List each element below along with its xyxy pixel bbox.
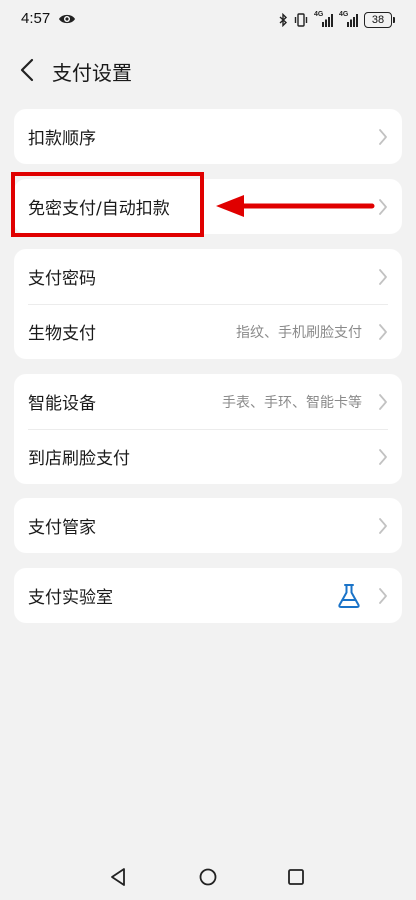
eye-icon [59,14,75,24]
nav-recent-apps-icon[interactable] [287,868,305,886]
flask-icon [338,584,360,608]
back-arrow-icon[interactable] [16,56,40,84]
row-label: 智能设备 [28,394,96,414]
card-payment-lab: 支付实验室 [14,568,402,623]
row-label: 扣款顺序 [28,129,96,149]
signal-bars-icon [347,14,358,27]
row-value: 指纹、手机刷脸支付 [236,325,362,341]
row-label: 支付密码 [28,269,96,289]
chevron-right-icon [379,449,387,465]
status-icons: 4G 4G 38 [278,10,395,30]
row-deduction-order[interactable]: 扣款顺序 [14,109,402,164]
navigation-bar [0,860,416,900]
row-payment-manager[interactable]: 支付管家 [14,498,402,553]
row-payment-lab[interactable]: 支付实验室 [14,568,402,623]
annotation-highlight-box [11,172,204,237]
chevron-right-icon [379,324,387,340]
header: 支付设置 [0,48,416,92]
chevron-right-icon [379,394,387,410]
annotation-arrow-icon [216,195,375,217]
page-title: 支付设置 [52,61,132,85]
vibrate-icon [294,13,308,27]
card-security: 支付密码 生物支付 指纹、手机刷脸支付 [14,249,402,359]
cell-signal-1: 4G [314,11,334,27]
cell-signal-2: 4G [339,11,359,27]
status-time: 4:57 [21,10,51,27]
status-bar: 4:57 4G 4G 38 [0,0,416,40]
card-payment-manager: 支付管家 [14,498,402,553]
card-deduction-order: 扣款顺序 [14,109,402,164]
signal-bars-icon [322,14,333,27]
battery-indicator: 38 [364,12,395,28]
chevron-right-icon [379,129,387,145]
row-value: 手表、手环、智能卡等 [222,395,362,411]
bluetooth-icon [279,13,288,27]
row-label: 生物支付 [28,324,96,344]
chevron-right-icon [379,269,387,285]
row-biometric-payment[interactable]: 生物支付 指纹、手机刷脸支付 [14,304,402,359]
chevron-right-icon [379,199,387,215]
row-in-store-face-payment[interactable]: 到店刷脸支付 [14,429,402,484]
nav-home-icon[interactable] [198,867,218,887]
row-label: 到店刷脸支付 [28,449,130,469]
row-label: 支付实验室 [28,588,113,608]
chevron-right-icon [379,588,387,604]
chevron-right-icon [379,518,387,534]
row-smart-devices[interactable]: 智能设备 手表、手环、智能卡等 [14,374,402,429]
card-devices: 智能设备 手表、手环、智能卡等 到店刷脸支付 [14,374,402,484]
row-payment-password[interactable]: 支付密码 [14,249,402,304]
nav-back-icon[interactable] [108,866,128,888]
row-label: 支付管家 [28,518,96,538]
